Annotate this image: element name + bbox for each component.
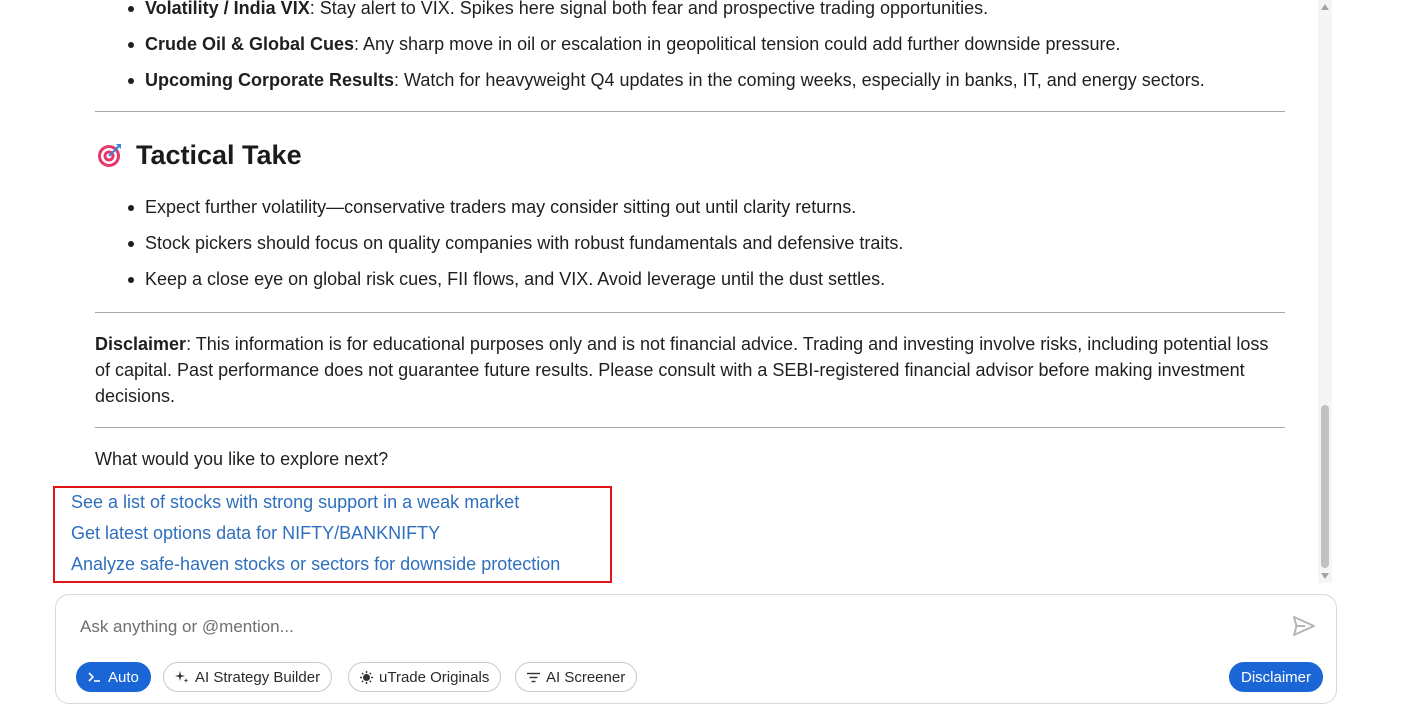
tactical-list: Expect further volatility—conservative t… xyxy=(127,197,903,305)
explore-prompt: What would you like to explore next? xyxy=(95,449,389,469)
scroll-down-arrow-icon[interactable] xyxy=(1321,573,1329,579)
suggestion-link[interactable]: Get latest options data for NIFTY/BANKNI… xyxy=(71,522,440,544)
disclaimer-label: Disclaimer xyxy=(95,334,187,354)
scrollbar[interactable] xyxy=(1318,0,1332,583)
chat-input[interactable] xyxy=(78,613,1262,641)
list-item: Crude Oil & Global Cues: Any sharp move … xyxy=(128,34,1205,70)
list-item: Expect further volatility—conservative t… xyxy=(127,197,903,233)
chip-label: AI Strategy Builder xyxy=(195,668,321,686)
send-icon[interactable] xyxy=(1292,615,1316,637)
bullet-text: : Any sharp move in oil or escalation in… xyxy=(354,34,1121,54)
filter-icon xyxy=(527,672,540,683)
chat-content: Volatility / India VIX: Stay alert to VI… xyxy=(0,0,1318,583)
divider xyxy=(95,111,1285,112)
section-title: Tactical Take xyxy=(136,139,302,170)
bullet-label: Upcoming Corporate Results xyxy=(145,70,395,90)
market-watch-list: Volatility / India VIX: Stay alert to VI… xyxy=(128,0,1205,106)
ai-strategy-builder-button[interactable]: AI Strategy Builder xyxy=(163,662,333,692)
bullseye-dart-icon xyxy=(98,144,121,167)
suggestion-link[interactable]: See a list of stocks with strong support… xyxy=(71,491,519,513)
divider xyxy=(95,312,1285,313)
bullet-text: : Stay alert to VIX. Spikes here signal … xyxy=(309,0,989,18)
section-heading: Tactical Take xyxy=(96,139,302,171)
suggestion-link[interactable]: Analyze safe-haven stocks or sectors for… xyxy=(71,553,560,575)
chat-composer: Auto AI Strategy Builder uTrade Original… xyxy=(55,594,1337,704)
scroll-up-arrow-icon[interactable] xyxy=(1321,4,1329,10)
bullet-text: : Watch for heavyweight Q4 updates in th… xyxy=(394,70,1205,90)
list-item: Keep a close eye on global risk cues, FI… xyxy=(127,269,903,305)
auto-mode-button[interactable]: Auto xyxy=(76,662,151,692)
divider xyxy=(95,427,1285,428)
chip-label: AI Screener xyxy=(546,668,626,686)
sparkles-icon xyxy=(175,670,189,684)
suggestions-highlight: See a list of stocks with strong support… xyxy=(53,486,612,583)
terminal-prompt-icon xyxy=(88,671,102,683)
disclaimer-body: : This information is for educational pu… xyxy=(95,334,1269,406)
list-item: Volatility / India VIX: Stay alert to VI… xyxy=(128,0,1205,34)
list-item: Stock pickers should focus on quality co… xyxy=(127,233,903,269)
ai-screener-button[interactable]: AI Screener xyxy=(515,662,638,692)
bullet-label: Volatility / India VIX xyxy=(145,0,310,18)
utrade-originals-button[interactable]: uTrade Originals xyxy=(348,662,502,692)
disclaimer-button[interactable]: Disclaimer xyxy=(1229,662,1324,692)
bullet-label: Crude Oil & Global Cues xyxy=(145,34,355,54)
disclaimer-paragraph: Disclaimer: This information is for educ… xyxy=(95,331,1285,409)
chip-label: Auto xyxy=(108,668,139,686)
scroll-thumb[interactable] xyxy=(1321,405,1329,568)
chip-label: uTrade Originals xyxy=(379,668,490,686)
sun-badge-icon xyxy=(360,670,373,684)
list-item: Upcoming Corporate Results: Watch for he… xyxy=(128,70,1205,106)
